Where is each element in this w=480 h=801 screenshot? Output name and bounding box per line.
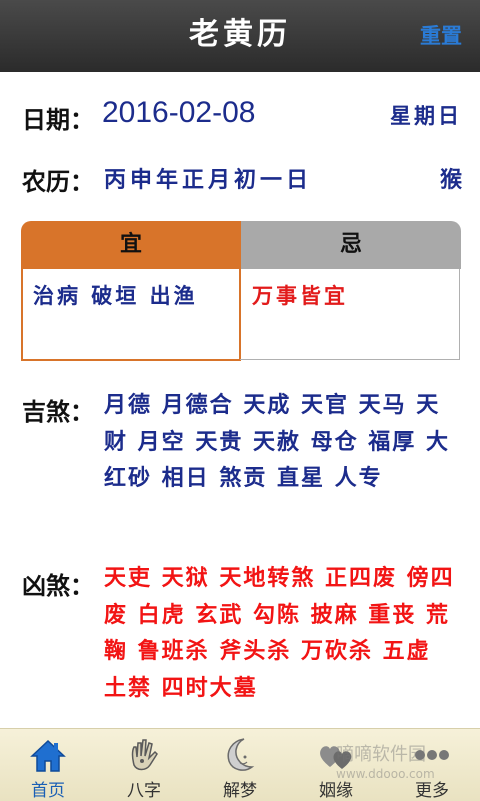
title-bar: 老黄历 重置 (0, 0, 480, 72)
watermark-text: 嘀嘀软件园 (336, 744, 426, 765)
lunar-date: 丙申年正月初一日 (104, 167, 313, 193)
reset-button[interactable]: 重置 (420, 0, 462, 72)
date-label: 日期： (22, 106, 94, 134)
ji-text: 万事皆宜 (252, 283, 348, 308)
nav-home-label: 首页 (31, 781, 65, 801)
yi-cell: 治病 破垣 出渔 (21, 269, 241, 361)
date-value[interactable]: 2016-02-08 (102, 96, 255, 130)
home-icon (30, 739, 66, 772)
yi-ji-table: 宜 忌 治病 破垣 出渔 万事皆宜 (21, 221, 461, 363)
zodiac-value: 猴 (439, 167, 462, 193)
lunar-row: 农历： 丙申年正月初一日 猴 (22, 162, 462, 198)
nav-dream[interactable]: 解梦 (192, 729, 288, 801)
watermark-url: www.ddooo.com (336, 767, 435, 781)
nav-bazi[interactable]: 八字 (96, 729, 192, 801)
inauspicious-text: 天吏 天狱 天地转煞 正四废 傍四废 白虎 玄武 勾陈 披麻 重丧 荒鞠 鲁班杀… (104, 565, 455, 701)
page-title: 老黄历 (189, 17, 291, 52)
auspicious-label: 吉煞： (22, 398, 94, 426)
nav-home[interactable]: 首页 (0, 729, 96, 801)
date-row[interactable]: 日期： 2016-02-08 星期日 (22, 96, 462, 140)
hand-icon (131, 739, 158, 771)
ji-header: 忌 (241, 221, 461, 269)
yi-header: 宜 (21, 221, 241, 269)
auspicious-text: 月德 月德合 天成 天官 天马 天财 月空 天贵 天赦 母仓 福厚 大红砂 相日… (104, 392, 450, 491)
nav-bazi-label: 八字 (127, 781, 161, 801)
weekday-value: 星期日 (390, 103, 462, 128)
yi-text: 治病 破垣 出渔 (33, 283, 198, 308)
lunar-label: 农历： (22, 168, 94, 196)
inauspicious-label: 凶煞： (22, 572, 94, 600)
moon-icon (227, 738, 255, 771)
nav-dream-label: 解梦 (223, 781, 257, 801)
ji-cell: 万事皆宜 (240, 269, 460, 360)
